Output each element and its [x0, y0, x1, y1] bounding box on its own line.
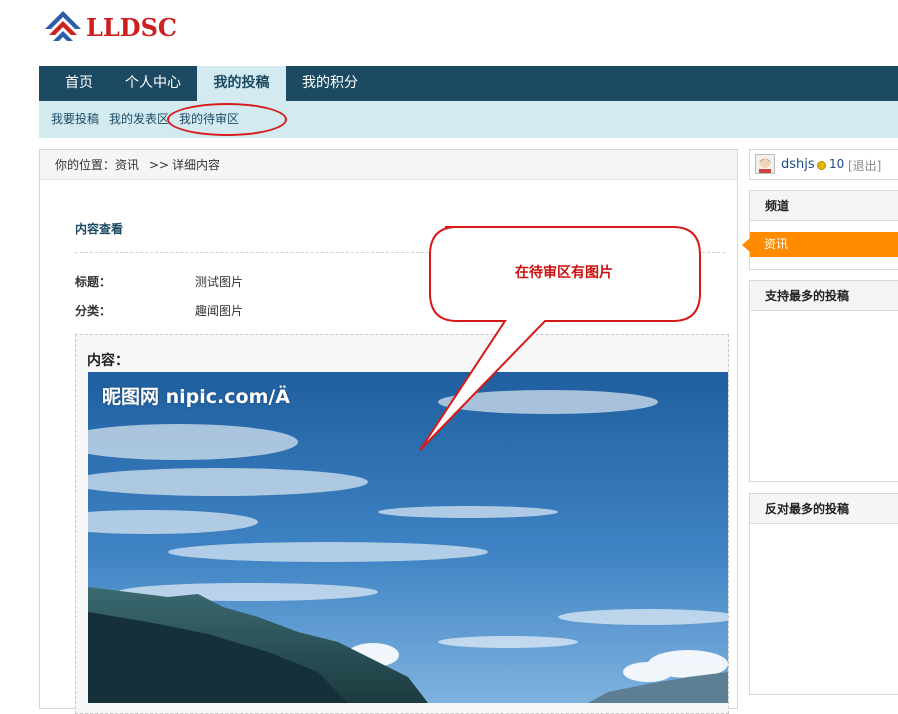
most-supported-box: 支持最多的投稿	[749, 280, 898, 482]
logo[interactable]: LLDSC	[44, 10, 177, 44]
annotation-circle	[167, 103, 287, 136]
active-arrow-icon	[742, 238, 750, 252]
breadcrumb: 你的位置：资讯 >> 详细内容	[40, 150, 737, 180]
category-value: 趣闻图片	[195, 304, 244, 318]
title-label: 标题：	[75, 275, 112, 289]
subnav-submit[interactable]: 我要投稿	[51, 101, 99, 138]
breadcrumb-separator: >>	[148, 158, 169, 172]
channel-item-news[interactable]: 资讯	[750, 232, 898, 257]
channel-box: 频道	[749, 190, 898, 270]
coin-icon	[817, 161, 826, 170]
main-nav: 首页 个人中心 我的投稿 我的积分	[39, 66, 898, 101]
user-score: 10	[829, 157, 845, 171]
nav-my-points[interactable]: 我的积分	[294, 66, 366, 101]
logo-text: LLDSC	[86, 12, 177, 42]
callout-text: 在待审区有图片	[515, 265, 613, 281]
logout-link[interactable]: [退出]	[848, 157, 881, 174]
callout-bubble	[419, 226, 701, 451]
nav-personal-center[interactable]: 个人中心	[117, 66, 189, 101]
title-value: 测试图片	[195, 275, 244, 289]
most-opposed-title: 反对最多的投稿	[750, 494, 898, 524]
most-opposed-box: 反对最多的投稿	[749, 493, 898, 695]
subnav-published[interactable]: 我的发表区	[109, 101, 169, 138]
breadcrumb-prefix: 你的位置：	[55, 158, 116, 172]
breadcrumb-current: 详细内容	[171, 158, 220, 172]
section-title: 内容查看	[75, 222, 124, 236]
breadcrumb-section[interactable]: 资讯	[115, 158, 139, 172]
content-label: 内容：	[87, 353, 129, 369]
nav-my-submissions[interactable]: 我的投稿	[197, 66, 286, 101]
logo-icon	[45, 11, 81, 41]
nav-home[interactable]: 首页	[53, 66, 105, 101]
channel-title: 频道	[750, 191, 898, 221]
username[interactable]: dshjs	[781, 157, 815, 172]
category-label: 分类：	[75, 304, 112, 318]
image-watermark: 昵图网 nipic.com/Ä	[102, 386, 291, 408]
avatar[interactable]	[755, 154, 775, 174]
most-supported-title: 支持最多的投稿	[750, 281, 898, 311]
